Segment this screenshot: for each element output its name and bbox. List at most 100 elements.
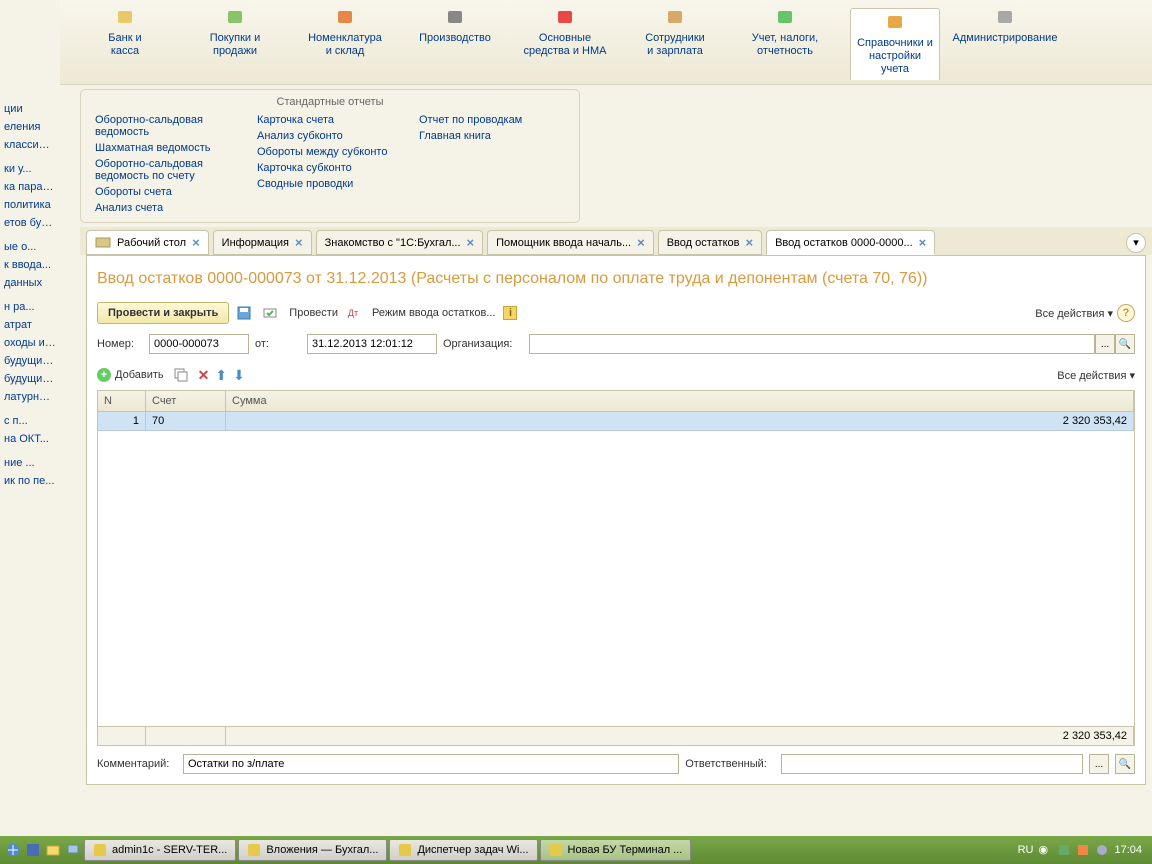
cell-sum[interactable]: 2 320 353,42 [226, 412, 1134, 430]
taskbar-item[interactable]: Диспетчер задач Wi... [389, 839, 537, 861]
sidebar-item[interactable]: будущих... [0, 370, 60, 388]
close-icon[interactable]: × [745, 235, 753, 250]
sidebar-item[interactable]: будущих ... [0, 352, 60, 370]
move-down-icon[interactable]: ⬇ [233, 367, 245, 384]
post-and-close-button[interactable]: Провести и закрыть [97, 302, 229, 324]
sidebar-item[interactable]: с п... [0, 412, 60, 430]
tab[interactable]: Ввод остатков 0000-0000...× [766, 230, 935, 255]
desktop-ql-icon[interactable] [64, 841, 82, 859]
tray-icon[interactable] [1095, 843, 1109, 857]
nav-section[interactable]: Производство [410, 8, 500, 80]
report-link[interactable]: Шахматная ведомость [95, 140, 241, 156]
all-actions-link[interactable]: Все действия ▾ [1035, 307, 1113, 320]
sidebar-item[interactable]: ции [0, 100, 60, 118]
report-link[interactable]: Отчет по проводкам [419, 112, 565, 128]
report-link[interactable]: Обороты между субконто [257, 144, 403, 160]
sidebar-item[interactable]: н ра... [0, 298, 60, 316]
col-n[interactable]: N [98, 391, 146, 411]
nav-section[interactable]: Справочники инастройки учета [850, 8, 940, 80]
mode-link[interactable]: Режим ввода остатков... [372, 307, 496, 319]
nav-section[interactable]: Администрирование [960, 8, 1050, 80]
report-link[interactable]: Карточка субконто [257, 160, 403, 176]
cell-account[interactable]: 70 [146, 412, 226, 430]
responsible-input[interactable] [781, 754, 1083, 774]
nav-section[interactable]: Учет, налоги,отчетность [740, 8, 830, 80]
copy-row-icon[interactable] [170, 364, 192, 386]
responsible-open-button[interactable]: 🔍 [1115, 754, 1135, 774]
sidebar-item[interactable]: латурные... [0, 388, 60, 406]
table-all-actions[interactable]: Все действия ▾ [1057, 369, 1135, 382]
nav-section[interactable]: Банк икасса [80, 8, 170, 80]
report-link[interactable]: Оборотно-сальдовая ведомость по счету [95, 156, 241, 184]
sidebar-item[interactable]: ка парам... [0, 178, 60, 196]
language-indicator[interactable]: RU [1018, 844, 1034, 856]
report-link[interactable]: Сводные проводки [257, 176, 403, 192]
ie-icon[interactable] [4, 841, 22, 859]
sidebar-item[interactable]: ние ... [0, 454, 60, 472]
dt-kt-icon[interactable]: Дт [342, 302, 364, 324]
number-input[interactable] [149, 334, 249, 354]
info-icon[interactable]: i [499, 302, 521, 324]
comment-input[interactable] [183, 754, 679, 774]
sidebar-item[interactable]: атрат [0, 316, 60, 334]
nav-section[interactable]: Основныесредства и НМА [520, 8, 610, 80]
cell-n[interactable]: 1 [98, 412, 146, 430]
save-icon[interactable] [233, 302, 255, 324]
post-button[interactable] [259, 302, 281, 324]
responsible-select-button[interactable]: ... [1089, 754, 1109, 774]
org-open-button[interactable]: 🔍 [1115, 334, 1135, 354]
sidebar-item[interactable]: классиф... [0, 136, 60, 154]
tab[interactable]: Рабочий стол× [86, 230, 209, 255]
post-label[interactable]: Провести [289, 307, 338, 319]
date-input[interactable] [307, 334, 437, 354]
report-link[interactable]: Главная книга [419, 128, 565, 144]
sidebar-item[interactable]: ые о... [0, 238, 60, 256]
table-row[interactable]: 1 70 2 320 353,42 [98, 412, 1134, 431]
add-row-button[interactable]: +Добавить [97, 368, 164, 382]
nav-section[interactable]: Номенклатураи склад [300, 8, 390, 80]
delete-row-icon[interactable]: ✕ [198, 367, 210, 384]
close-icon[interactable]: × [192, 235, 200, 250]
tab[interactable]: Информация× [213, 230, 312, 255]
sidebar-item[interactable]: данных [0, 274, 60, 292]
move-up-icon[interactable]: ⬆ [215, 367, 227, 384]
nav-section[interactable]: Сотрудникии зарплата [630, 8, 720, 80]
sidebar-item[interactable]: оходы и ... [0, 334, 60, 352]
help-icon[interactable]: ? [1117, 304, 1135, 322]
explorer-ql-icon[interactable] [44, 841, 62, 859]
sidebar-item[interactable]: к ввода... [0, 256, 60, 274]
report-link[interactable]: Анализ счета [95, 200, 241, 216]
tab[interactable]: Знакомство с "1С:Бухгал...× [316, 230, 484, 255]
report-link[interactable]: Оборотно-сальдовая ведомость [95, 112, 241, 140]
save-ql-icon[interactable] [24, 841, 42, 859]
tabs-more-button[interactable]: ▾ [1126, 233, 1146, 253]
tab[interactable]: Ввод остатков× [658, 230, 762, 255]
sidebar-item[interactable]: на ОКТ... [0, 430, 60, 448]
org-input[interactable] [529, 334, 1095, 354]
sidebar-item[interactable]: ик по пе... [0, 472, 60, 490]
close-icon[interactable]: × [295, 235, 303, 250]
col-account[interactable]: Счет [146, 391, 226, 411]
sidebar-item[interactable]: еления [0, 118, 60, 136]
tab[interactable]: Помощник ввода началь...× [487, 230, 654, 255]
report-link[interactable]: Карточка счета [257, 112, 403, 128]
close-icon[interactable]: × [467, 235, 475, 250]
report-link[interactable]: Анализ субконто [257, 128, 403, 144]
sidebar-item[interactable]: етов бухг... [0, 214, 60, 232]
taskbar-item[interactable]: Вложения — Бухгал... [238, 839, 387, 861]
grid-body[interactable]: 1 70 2 320 353,42 [98, 412, 1134, 726]
clock[interactable]: 17:04 [1114, 844, 1142, 856]
report-link[interactable]: Обороты счета [95, 184, 241, 200]
sidebar-item[interactable]: ки у... [0, 160, 60, 178]
taskbar-item[interactable]: admin1c - SERV-TER... [84, 839, 236, 861]
close-icon[interactable]: × [637, 235, 645, 250]
col-sum[interactable]: Сумма [226, 391, 1134, 411]
taskbar-item[interactable]: Новая БУ Терминал ... [540, 839, 692, 861]
tray-icon[interactable] [1057, 843, 1071, 857]
nav-section[interactable]: Покупки ипродажи [190, 8, 280, 80]
close-icon[interactable]: × [919, 235, 927, 250]
org-select-button[interactable]: ... [1095, 334, 1115, 354]
sidebar-item[interactable]: политика [0, 196, 60, 214]
tray-icon[interactable] [1076, 843, 1090, 857]
tray-icon[interactable]: ◉ [1038, 843, 1052, 857]
